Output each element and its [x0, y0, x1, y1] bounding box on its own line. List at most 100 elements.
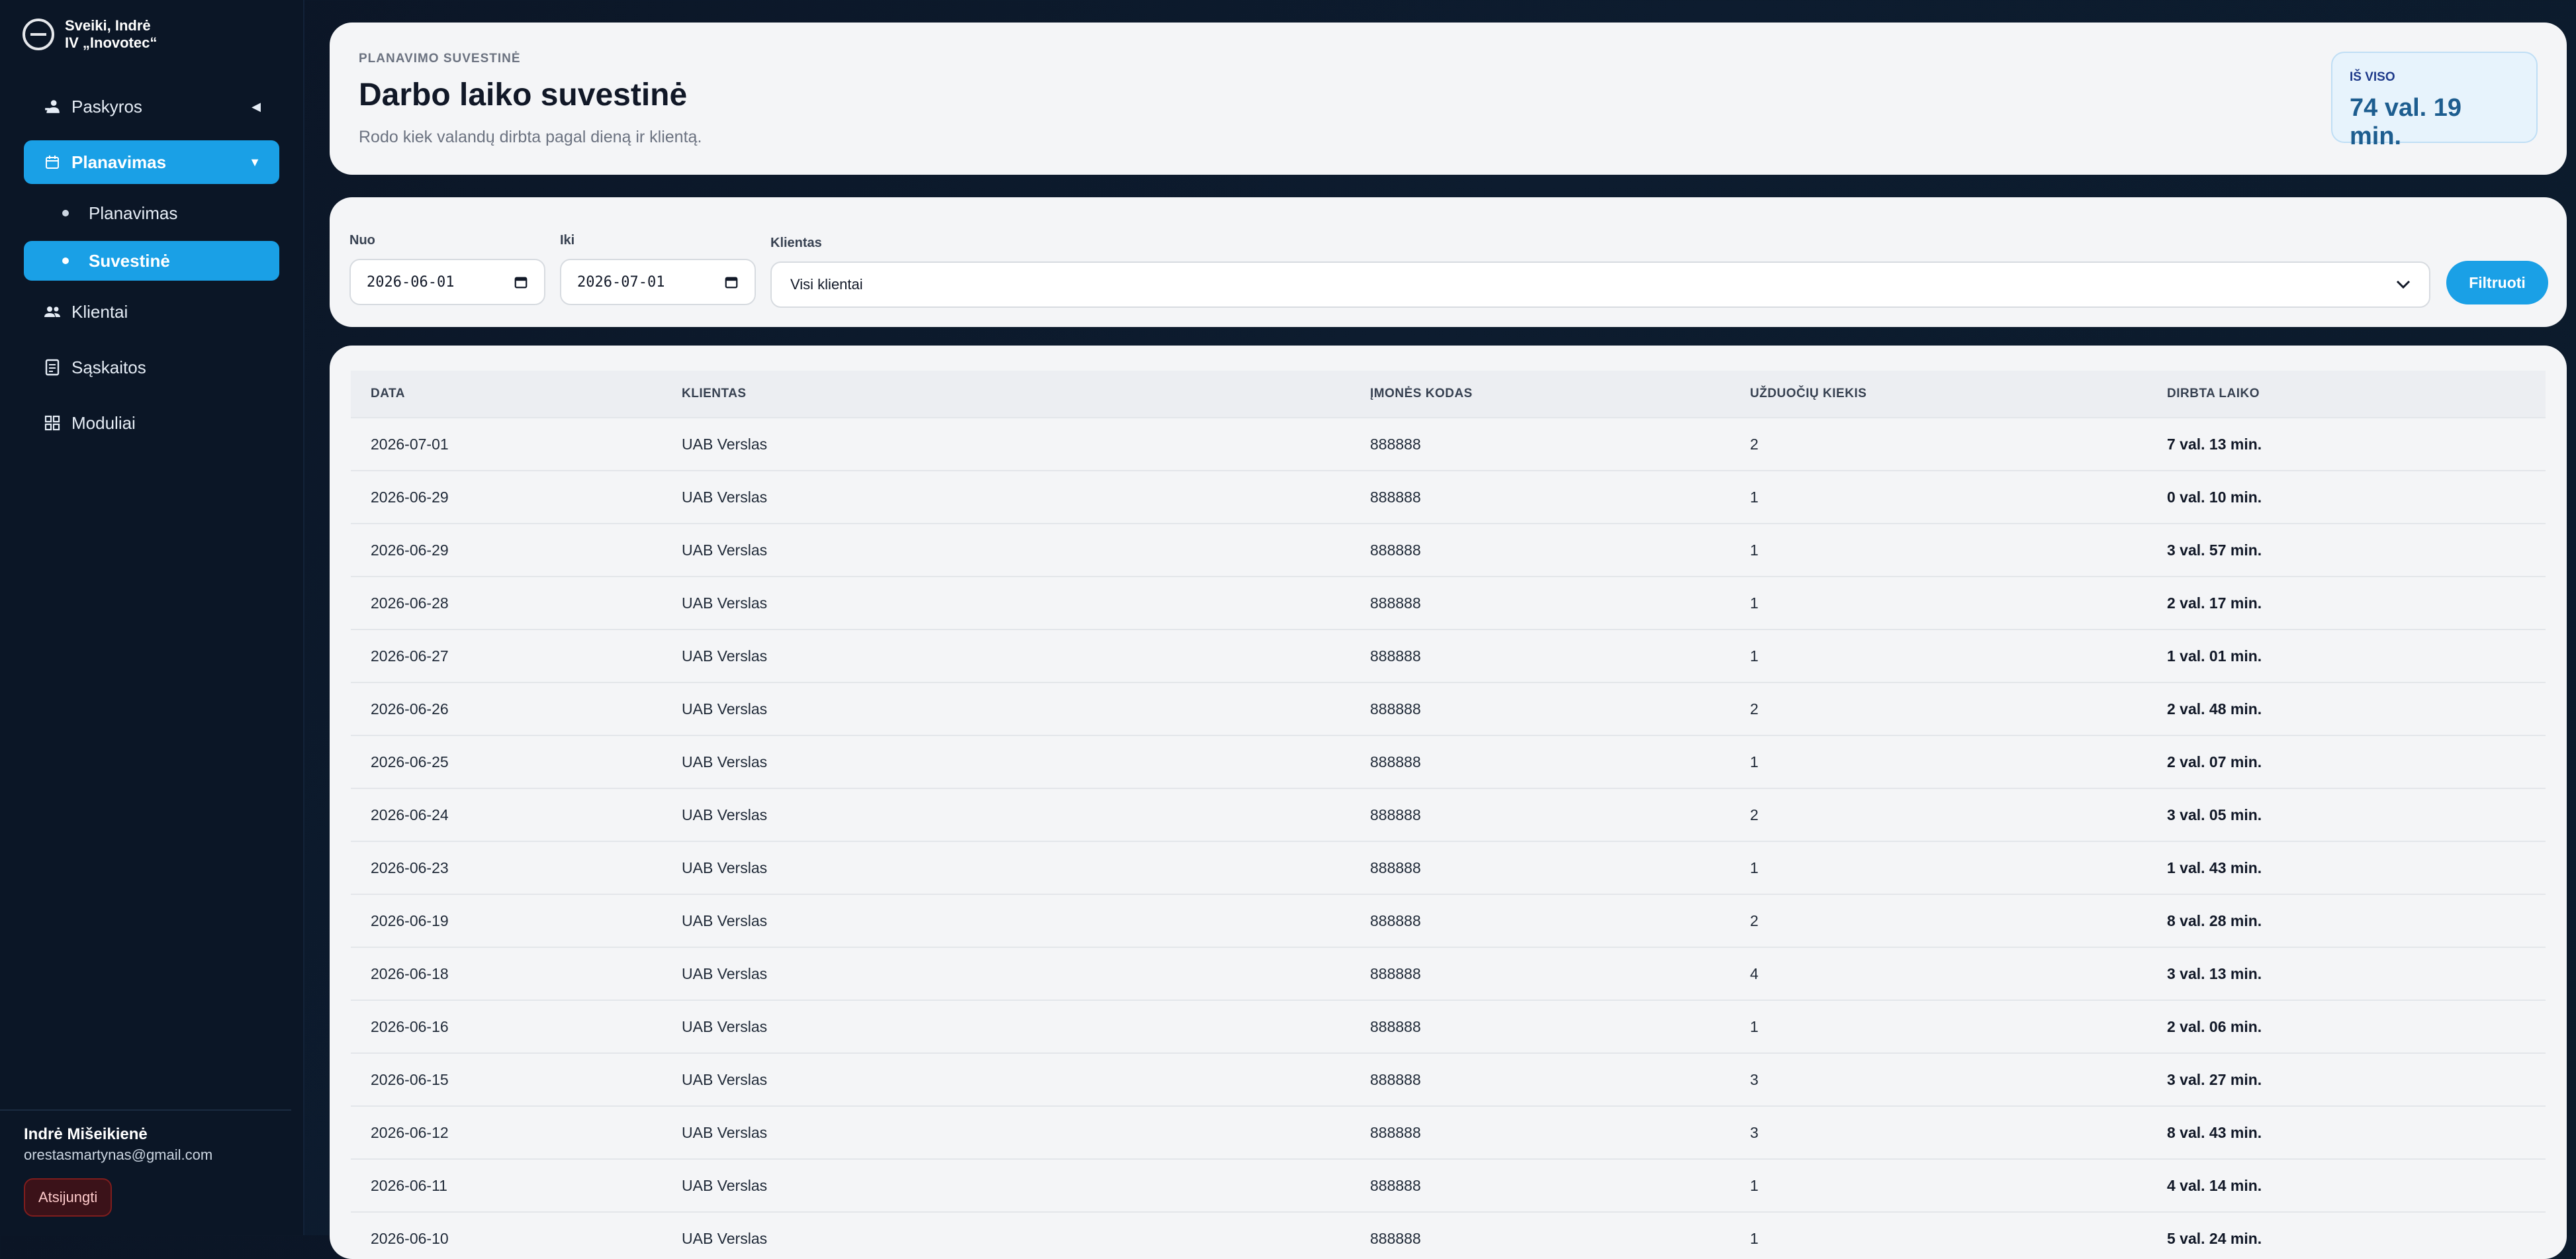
cell-company-code: 888888 — [1370, 788, 1750, 841]
sidebar-subnav: Planavimas Suvestinė — [24, 193, 279, 281]
cell-client: UAB Verslas — [682, 470, 1370, 524]
cell-duration: 1 val. 01 min. — [2167, 629, 2546, 682]
header-company-code: ĮMONĖS KODAS — [1370, 371, 1750, 418]
from-date-input[interactable]: 2026-06-01 — [349, 259, 545, 305]
cell-task-count: 3 — [1750, 1105, 2167, 1159]
cell-client: UAB Verslas — [682, 1158, 1370, 1212]
cell-date: 2026-06-19 — [351, 894, 682, 947]
cell-client: UAB Verslas — [682, 576, 1370, 630]
user-name: Indrė Mišeikienė — [24, 1125, 148, 1143]
sidebar-subitem-suvestine[interactable]: Suvestinė — [24, 241, 279, 281]
cell-company-code: 888888 — [1370, 576, 1750, 630]
table-row: 2026-06-23 UAB Verslas 888888 1 1 val. 43 mi… — [351, 841, 2546, 894]
total-value: 74 val. 19 min. — [2350, 94, 2462, 150]
cell-duration: 2 val. 48 min. — [2167, 682, 2546, 735]
sidebar-item-moduliai[interactable]: Moduliai — [24, 401, 279, 445]
cell-client: UAB Verslas — [682, 523, 1370, 577]
sidebar-nav: Paskyros ◀ Planavimas ▼ Planavimas Suves… — [24, 85, 279, 457]
page-description: Rodo kiek valandų dirbta pagal dieną ir … — [359, 128, 702, 146]
cell-date: 2026-06-25 — [351, 735, 682, 788]
cell-task-count: 1 — [1750, 1158, 2167, 1212]
sidebar-item-saskaitos[interactable]: Sąskaitos — [24, 346, 279, 389]
cell-client: UAB Verslas — [682, 1211, 1370, 1259]
cell-task-count: 2 — [1750, 894, 2167, 947]
client-select[interactable]: Visi klientai — [770, 261, 2430, 308]
cell-task-count: 1 — [1750, 1211, 2167, 1259]
cell-date: 2026-06-29 — [351, 470, 682, 524]
cell-date: 2026-06-10 — [351, 1211, 682, 1259]
cell-client: UAB Verslas — [682, 629, 1370, 682]
sidebar-item-planavimas[interactable]: Planavimas ▼ — [24, 140, 279, 184]
cell-company-code: 888888 — [1370, 1000, 1750, 1053]
sidebar-subitem-label: Planavimas — [89, 203, 178, 223]
cell-task-count: 1 — [1750, 841, 2167, 894]
cell-client: UAB Verslas — [682, 735, 1370, 788]
cell-company-code: 888888 — [1370, 1052, 1750, 1106]
cell-duration: 8 val. 28 min. — [2167, 894, 2546, 947]
cell-task-count: 1 — [1750, 629, 2167, 682]
cell-company-code: 888888 — [1370, 682, 1750, 735]
header-task-count: UŽDUOČIŲ KIEKIS — [1750, 371, 2167, 418]
users-icon — [42, 302, 62, 322]
table-row: 2026-06-19 UAB Verslas 888888 2 8 val. 28 mi… — [351, 894, 2546, 947]
cell-client: UAB Verslas — [682, 894, 1370, 947]
sidebar-subitem-planavimas[interactable]: Planavimas — [24, 193, 279, 233]
cell-duration: 8 val. 43 min. — [2167, 1105, 2546, 1159]
cell-company-code: 888888 — [1370, 1105, 1750, 1159]
calendar-icon — [42, 152, 62, 172]
filter-card: Nuo 2026-06-01 Iki 2026-07-01 Klientas V… — [330, 197, 2567, 327]
cell-duration: 2 val. 06 min. — [2167, 1000, 2546, 1053]
cell-duration: 4 val. 14 min. — [2167, 1158, 2546, 1212]
cell-task-count: 2 — [1750, 788, 2167, 841]
table-row: 2026-06-26 UAB Verslas 888888 2 2 val. 48 mi… — [351, 682, 2546, 735]
cell-date: 2026-06-15 — [351, 1052, 682, 1106]
sidebar-item-paskyros[interactable]: Paskyros ◀ — [24, 85, 279, 128]
total-label: IŠ VISO — [2350, 70, 2395, 84]
to-filter: Iki 2026-07-01 — [560, 233, 756, 305]
sidebar-item-label: Klientai — [71, 301, 128, 322]
calendar-icon[interactable] — [514, 275, 528, 289]
cell-duration: 2 val. 07 min. — [2167, 735, 2546, 788]
caret-down-icon: ▼ — [249, 155, 261, 169]
header-date: DATA — [351, 371, 682, 418]
cell-duration: 7 val. 13 min. — [2167, 417, 2546, 471]
total-summary: IŠ VISO 74 val. 19 min. — [2331, 52, 2538, 150]
cell-company-code: 888888 — [1370, 894, 1750, 947]
bullet-icon — [62, 257, 69, 264]
sidebar-footer: Indrė Mišeikienė orestasmartynas@gmail.c… — [0, 1109, 291, 1217]
cell-task-count: 3 — [1750, 1052, 2167, 1106]
sidebar-subitem-label: Suvestinė — [89, 250, 170, 271]
cell-client: UAB Verslas — [682, 947, 1370, 1000]
logout-button[interactable]: Atsijungti — [24, 1178, 113, 1217]
cell-task-count: 1 — [1750, 576, 2167, 630]
sidebar-item-label: Planavimas — [71, 152, 167, 172]
sidebar-item-label: Sąskaitos — [71, 357, 146, 377]
cell-company-code: 888888 — [1370, 735, 1750, 788]
cell-date: 2026-06-29 — [351, 523, 682, 577]
cell-company-code: 888888 — [1370, 841, 1750, 894]
table-header-row: DATA KLIENTAS ĮMONĖS KODAS UŽDUOČIŲ KIEK… — [351, 371, 2546, 418]
table-row: 2026-06-29 UAB Verslas 888888 1 3 val. 57 mi… — [351, 523, 2546, 577]
table-row: 2026-06-12 UAB Verslas 888888 3 8 val. 43 mi… — [351, 1105, 2546, 1159]
sidebar-item-klientai[interactable]: Klientai — [24, 290, 279, 334]
cell-client: UAB Verslas — [682, 682, 1370, 735]
header-duration: DIRBTA LAIKO — [2167, 371, 2546, 418]
sidebar-item-label: Moduliai — [71, 412, 136, 433]
grid-icon — [42, 413, 62, 433]
table-row: 2026-06-10 UAB Verslas 888888 1 5 val. 24 mi… — [351, 1211, 2546, 1259]
cell-date: 2026-06-23 — [351, 841, 682, 894]
cell-client: UAB Verslas — [682, 1000, 1370, 1053]
to-date-value: 2026-07-01 — [577, 273, 665, 291]
to-date-input[interactable]: 2026-07-01 — [560, 259, 756, 305]
calendar-icon[interactable] — [724, 275, 739, 289]
table-row: 2026-06-16 UAB Verslas 888888 1 2 val. 06 mi… — [351, 1000, 2546, 1053]
summary-table: DATA KLIENTAS ĮMONĖS KODAS UŽDUOČIŲ KIEK… — [351, 371, 2546, 1259]
header-client: KLIENTAS — [682, 371, 1370, 418]
table-row: 2026-06-24 UAB Verslas 888888 2 3 val. 05 mi… — [351, 788, 2546, 841]
cell-date: 2026-06-26 — [351, 682, 682, 735]
cell-task-count: 2 — [1750, 682, 2167, 735]
filter-button[interactable]: Filtruoti — [2446, 261, 2548, 304]
cell-client: UAB Verslas — [682, 1105, 1370, 1159]
to-label: Iki — [560, 233, 575, 248]
table-row: 2026-06-28 UAB Verslas 888888 1 2 val. 17 mi… — [351, 576, 2546, 630]
